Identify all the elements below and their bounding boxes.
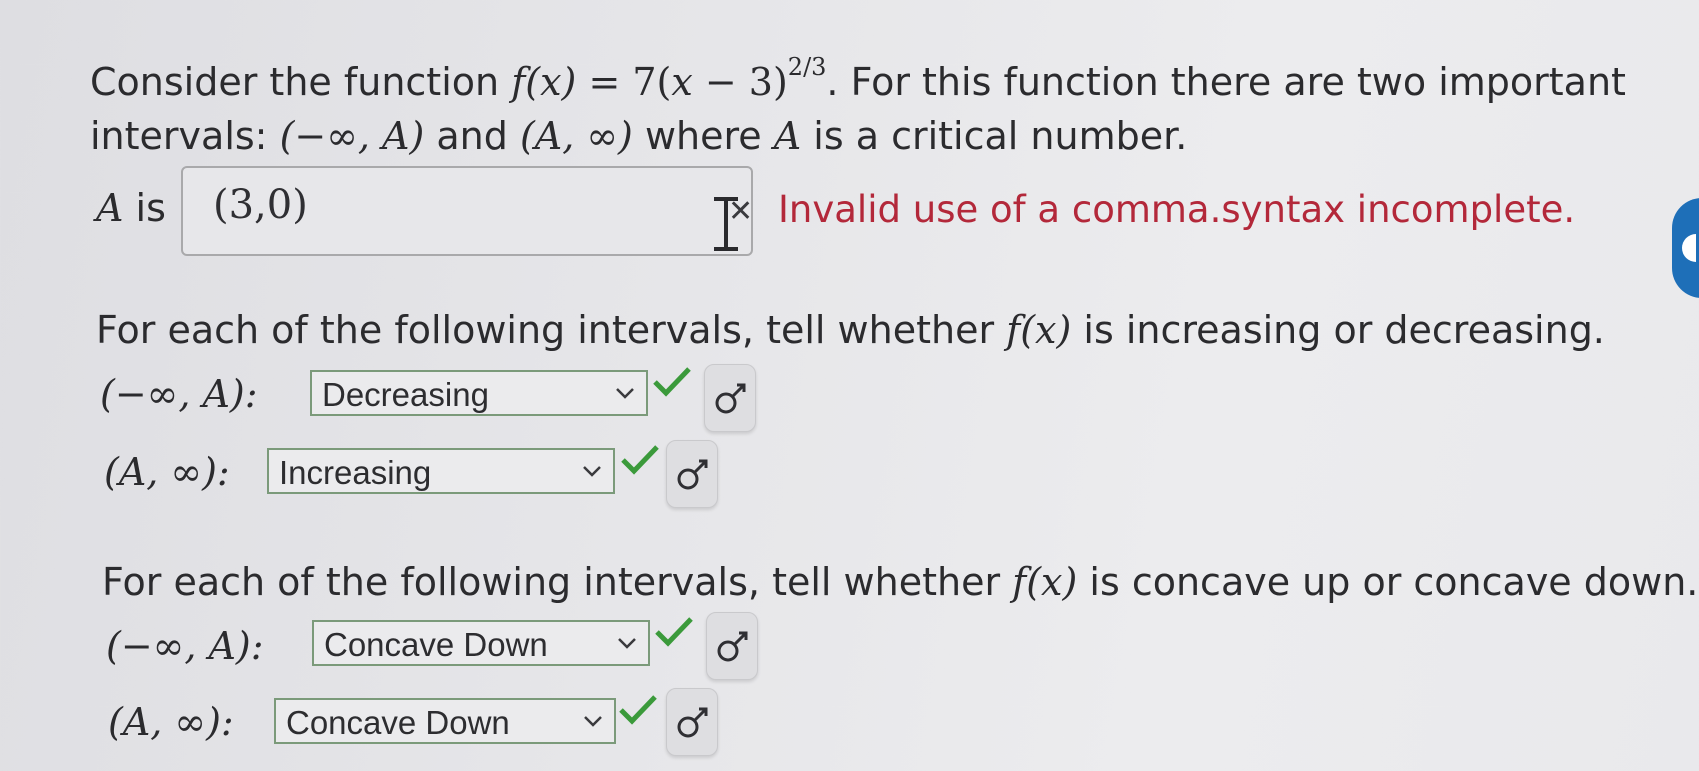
selected-value: Concave Down <box>324 626 548 663</box>
prompt-text: For each of the following intervals, tel… <box>102 560 1013 604</box>
concavity-prompt: For each of the following intervals, tel… <box>102 560 1698 604</box>
intro-line-2: intervals: (−∞, A) and (A, ∞) where A is… <box>90 114 1187 158</box>
selected-value: Decreasing <box>322 376 489 413</box>
check-icon <box>621 445 659 475</box>
error-x-icon: ✕ <box>728 194 754 229</box>
concavity-left-select[interactable]: Concave Down <box>312 620 650 666</box>
interval-label-right: (A, ∞): <box>108 700 234 744</box>
intro-line-1: Consider the function f(x) = 7(x − 3)2/3… <box>90 55 1626 104</box>
critical-number-value: (3,0) <box>213 182 308 228</box>
a-variable: A <box>96 186 124 230</box>
critical-number-text: is a critical number. <box>801 114 1188 158</box>
error-message: Invalid use of a comma.syntax incomplete… <box>778 188 1576 231</box>
chevron-down-icon <box>583 466 601 477</box>
interval-label-right: (A, ∞): <box>104 450 230 494</box>
intro-text-end: . For this function there are two import… <box>826 60 1626 104</box>
intro-text: Consider the function <box>90 60 512 104</box>
gear-icon <box>677 459 708 490</box>
a-variable: A <box>773 114 802 158</box>
gear-button[interactable] <box>666 440 718 508</box>
prompt-text-end: is increasing or decreasing. <box>1071 308 1605 352</box>
exponent: 2/3 <box>787 53 827 82</box>
interval-label-left: (−∞, A): <box>106 624 264 668</box>
gear-button[interactable] <box>704 364 756 432</box>
x-arg: (x) <box>525 60 577 104</box>
check-icon <box>655 617 693 647</box>
minus-three: − 3) <box>692 60 788 104</box>
chevron-down-icon <box>584 716 602 727</box>
check-icon <box>619 695 657 725</box>
intervals-label: intervals: <box>90 114 280 158</box>
critical-number-input[interactable]: (3,0) ✕ <box>181 166 753 256</box>
prompt-text: For each of the following intervals, tel… <box>96 308 1007 352</box>
selected-value: Concave Down <box>286 704 510 741</box>
selected-value: Increasing <box>279 454 432 491</box>
chevron-down-icon <box>618 638 636 649</box>
increasing-left-select[interactable]: Decreasing <box>310 370 648 416</box>
and-text: and <box>424 114 520 158</box>
side-panel-toggle[interactable] <box>1672 198 1699 298</box>
gear-button[interactable] <box>666 688 718 756</box>
gear-icon <box>717 631 748 662</box>
gear-icon <box>677 707 708 738</box>
chevron-down-icon <box>616 388 634 399</box>
interval-label-left: (−∞, A): <box>100 372 258 416</box>
increasing-right-select[interactable]: Increasing <box>267 448 615 494</box>
x-variable: x <box>671 60 693 104</box>
increasing-prompt: For each of the following intervals, tel… <box>96 308 1605 352</box>
fx-symbol: f(x) <box>1006 308 1072 352</box>
interval-right: (A, ∞) <box>519 114 633 158</box>
is-text: is <box>123 186 166 230</box>
critical-label: A is <box>96 186 166 230</box>
f-symbol: f <box>511 60 526 104</box>
check-icon <box>653 367 691 397</box>
side-tab-indicator <box>1682 234 1696 262</box>
fx-symbol: f(x) <box>1012 560 1078 604</box>
interval-left: (−∞, A) <box>279 114 425 158</box>
gear-button[interactable] <box>706 612 758 680</box>
equals-seven: = 7( <box>576 60 672 104</box>
gear-icon <box>715 383 746 414</box>
concavity-right-select[interactable]: Concave Down <box>274 698 616 744</box>
prompt-text-end: is concave up or concave down. <box>1077 560 1699 604</box>
where-text: where <box>632 114 774 158</box>
